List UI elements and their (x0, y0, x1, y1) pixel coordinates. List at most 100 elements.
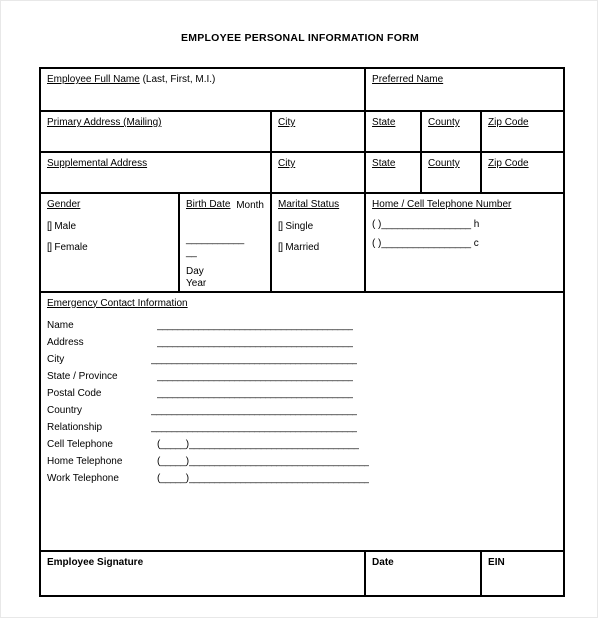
employee-signature-field[interactable]: Employee Signature (38, 549, 367, 597)
gender-field[interactable]: Gender [] Male [] Female (39, 192, 180, 293)
primary-address-field[interactable]: Primary Address (Mailing) (39, 110, 272, 153)
table-row-primary-address: Primary Address (Mailing) City State Cou… (39, 110, 566, 153)
emergency-relationship-label: Relationship (47, 422, 103, 433)
emergency-name-line[interactable]: ______________________________________ (157, 320, 353, 333)
table-row-demographics: Gender [] Male [] Female Birth Date ____… (39, 192, 566, 293)
marital-option-married-label: Married (285, 242, 320, 253)
marital-option-single[interactable]: [] Single (278, 221, 364, 234)
telephone-field[interactable]: Home / Cell Telephone Number ( )________… (364, 192, 566, 293)
primary-state-field[interactable]: State (364, 110, 423, 153)
birth-date-day-label: Day (186, 265, 204, 277)
marital-status-label: Marital Status (278, 199, 340, 210)
gender-option-male[interactable]: [] Male (47, 221, 178, 234)
emergency-relationship-line[interactable]: ________________________________________ (151, 422, 357, 435)
telephone-home-line[interactable]: _________________ (381, 219, 471, 230)
list-item[interactable]: City ___________________________________… (47, 354, 563, 371)
gender-option-female-label: Female (54, 242, 88, 253)
primary-county-field[interactable]: County (420, 110, 483, 153)
birth-date-line-short[interactable]: __ (186, 247, 270, 260)
gender-option-male-label: Male (54, 220, 77, 232)
list-item[interactable]: Home Telephone (_____) __________________… (47, 456, 563, 473)
emergency-address-line[interactable]: ______________________________________ (157, 337, 353, 350)
emergency-work-telephone-line[interactable]: ___________________________________ (189, 473, 370, 486)
preferred-name-field[interactable]: Preferred Name (364, 67, 566, 112)
birth-date-field[interactable]: Birth Date ___________ __ Month Day Year (178, 192, 272, 293)
checkbox-icon[interactable]: [] (278, 242, 283, 253)
employee-full-name-label: Employee Full Name (47, 74, 140, 85)
birth-date-month-label: Month (236, 200, 264, 211)
checkbox-icon[interactable]: [] (47, 242, 52, 253)
signature-date-field[interactable]: Date (364, 549, 483, 597)
list-item[interactable]: Country ________________________________… (47, 405, 563, 422)
primary-state-label: State (372, 117, 396, 128)
supplemental-zip-label: Zip Code (488, 158, 529, 169)
telephone-cell-line[interactable]: _________________ (381, 238, 471, 249)
emergency-address-label: Address (47, 337, 84, 348)
checkbox-icon[interactable]: [] (47, 221, 52, 232)
employee-signature-label: Employee Signature (47, 556, 144, 568)
marital-status-field[interactable]: Marital Status [] Single [] Married (269, 192, 367, 293)
emergency-cell-telephone-line[interactable]: _________________________________ (189, 439, 359, 452)
emergency-city-line[interactable]: ________________________________________ (151, 354, 357, 367)
checkbox-icon[interactable]: [] (278, 221, 283, 232)
employee-information-table: Employee Full Name (Last, First, M.I.) P… (38, 67, 566, 597)
emergency-name-label: Name (47, 320, 74, 331)
birth-date-label: Birth Date (186, 199, 231, 210)
telephone-cell-suffix: c (473, 238, 479, 249)
table-row-signature: Employee Signature Date EIN (38, 549, 566, 597)
birth-date-line-long[interactable]: ___________ (186, 234, 270, 247)
emergency-home-telephone-area[interactable]: (_____) (157, 456, 189, 469)
list-item[interactable]: Work Telephone (_____) __________________… (47, 473, 563, 490)
list-item[interactable]: Address ________________________________… (47, 337, 563, 354)
emergency-cell-telephone-label: Cell Telephone (47, 439, 113, 450)
emergency-home-telephone-line[interactable]: ___________________________________ (189, 456, 370, 469)
primary-zip-field[interactable]: Zip Code (480, 110, 566, 153)
list-item[interactable]: State / Province _______________________… (47, 371, 563, 388)
emergency-country-line[interactable]: ________________________________________ (151, 405, 357, 418)
primary-county-label: County (428, 117, 460, 128)
page-title: EMPLOYEE PERSONAL INFORMATION FORM (181, 32, 419, 44)
marital-option-married[interactable]: [] Married (278, 242, 364, 255)
emergency-home-telephone-label: Home Telephone (47, 456, 123, 467)
marital-option-single-label: Single (285, 220, 314, 232)
employee-full-name-field[interactable]: Employee Full Name (Last, First, M.I.) (38, 67, 367, 112)
supplemental-address-field[interactable]: Supplemental Address (39, 151, 272, 194)
supplemental-state-field[interactable]: State (364, 151, 423, 194)
list-item[interactable]: Cell Telephone (_____) __________________… (47, 439, 563, 456)
form-page: EMPLOYEE PERSONAL INFORMATION FORM Emplo… (0, 0, 598, 618)
telephone-label: Home / Cell Telephone Number (372, 199, 512, 210)
supplemental-zip-field[interactable]: Zip Code (480, 151, 566, 194)
supplemental-county-field[interactable]: County (420, 151, 483, 194)
emergency-contact-section: Emergency Contact Information Name _____… (38, 290, 566, 552)
emergency-work-telephone-label: Work Telephone (47, 473, 119, 484)
list-item[interactable]: Postal Code ____________________________… (47, 388, 563, 405)
emergency-work-telephone-area[interactable]: (_____) (157, 473, 189, 486)
ein-label: EIN (488, 556, 505, 568)
emergency-postal-code-line[interactable]: ______________________________________ (157, 388, 353, 401)
primary-city-field[interactable]: City (269, 110, 367, 153)
ein-field[interactable]: EIN (480, 549, 566, 597)
supplemental-county-label: County (428, 158, 460, 169)
primary-city-label: City (278, 117, 296, 128)
supplemental-city-field[interactable]: City (269, 151, 367, 194)
emergency-contact-title: Emergency Contact Information (47, 297, 188, 309)
list-item[interactable]: Name ___________________________________… (47, 320, 563, 337)
telephone-home-suffix: h (473, 218, 480, 230)
table-row-emergency-contact: Emergency Contact Information Name _____… (38, 290, 566, 552)
gender-option-female[interactable]: [] Female (47, 242, 178, 255)
supplemental-state-label: State (372, 158, 396, 169)
emergency-contact-rows: Name ___________________________________… (47, 320, 563, 490)
emergency-cell-telephone-area[interactable]: (_____) (157, 439, 189, 452)
telephone-row-cell[interactable]: ( )_________________ c (372, 238, 563, 251)
signature-date-label: Date (372, 556, 394, 568)
emergency-state-label: State / Province (47, 371, 118, 382)
supplemental-address-label: Supplemental Address (47, 158, 148, 169)
telephone-row-home[interactable]: ( )_________________ h (372, 219, 563, 232)
emergency-state-line[interactable]: ______________________________________ (157, 371, 353, 384)
emergency-city-label: City (47, 354, 65, 365)
table-row-supplemental-address: Supplemental Address City State County Z… (39, 151, 566, 194)
preferred-name-label: Preferred Name (372, 74, 444, 85)
list-item[interactable]: Relationship ___________________________… (47, 422, 563, 439)
supplemental-city-label: City (278, 158, 296, 169)
birth-date-year-label: Year (186, 278, 207, 289)
